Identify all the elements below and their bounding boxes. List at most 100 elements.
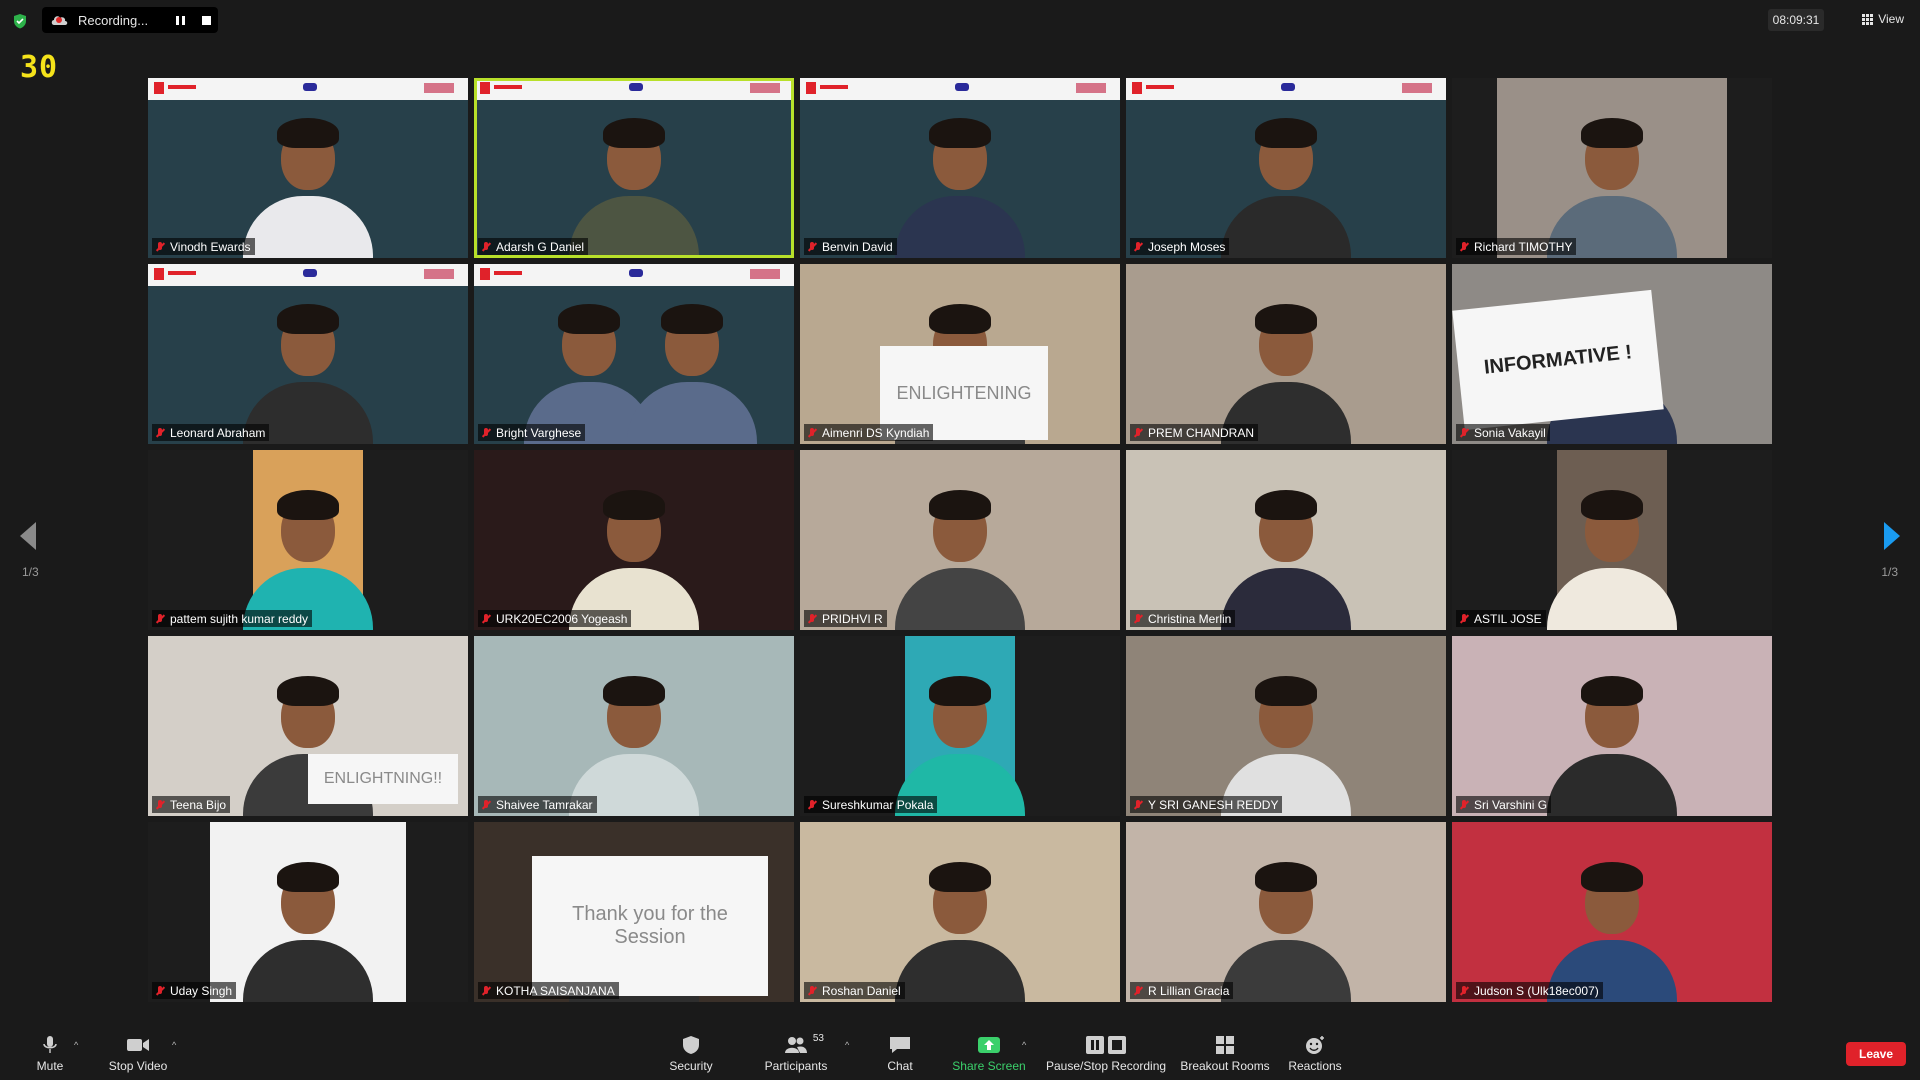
participant-name: Roshan Daniel: [822, 983, 901, 998]
reactions-button[interactable]: Reactions: [1288, 1028, 1342, 1080]
participant-name-tag: Uday Singh: [152, 982, 237, 999]
muted-mic-icon: [480, 613, 492, 625]
video-tile[interactable]: Adarsh G Daniel: [474, 78, 794, 258]
muted-mic-icon: [480, 985, 492, 997]
pause-recording-button[interactable]: [174, 14, 186, 26]
muted-mic-icon: [1132, 799, 1144, 811]
video-tile[interactable]: Joseph Moses: [1126, 78, 1446, 258]
video-tile[interactable]: Richard TIMOTHY: [1452, 78, 1772, 258]
event-banner: [800, 78, 1120, 100]
muted-mic-icon: [806, 799, 818, 811]
breakout-rooms-label: Breakout Rooms: [1180, 1059, 1270, 1073]
stop-recording-button[interactable]: [200, 14, 212, 26]
participant-name: Judson S (Ulk18ec007): [1474, 983, 1599, 998]
participant-figure: [1221, 666, 1351, 816]
video-tile[interactable]: PREM CHANDRAN: [1126, 264, 1446, 444]
participant-name-tag: Y SRI GANESH REDDY: [1130, 796, 1283, 813]
muted-mic-icon: [154, 427, 166, 439]
muted-mic-icon: [806, 613, 818, 625]
participant-name-tag: Leonard Abraham: [152, 424, 270, 441]
video-tile[interactable]: INFORMATIVE ! Sonia Vakayil: [1452, 264, 1772, 444]
muted-mic-icon: [154, 241, 166, 253]
participant-name-tag: Sureshkumar Pokala: [804, 796, 938, 813]
chat-label: Chat: [887, 1059, 913, 1073]
video-tile[interactable]: ASTIL JOSE: [1452, 450, 1772, 630]
muted-mic-icon: [806, 241, 818, 253]
participant-name-tag: PRIDHVI R: [804, 610, 887, 627]
sign-text: ENLIGHTENING: [896, 382, 1032, 403]
muted-mic-icon: [1458, 241, 1470, 253]
video-tile[interactable]: R Lillian Gracia: [1126, 822, 1446, 1002]
sign-text: INFORMATIVE !: [1482, 340, 1633, 379]
view-label: View: [1878, 12, 1904, 26]
video-tile[interactable]: Shaivee Tamrakar: [474, 636, 794, 816]
participant-name: Shaivee Tamrakar: [496, 797, 593, 812]
recording-cloud-icon: [50, 13, 68, 27]
participant-name: PRIDHVI R: [822, 611, 883, 626]
event-banner: [474, 78, 794, 100]
video-tile[interactable]: Roshan Daniel: [800, 822, 1120, 1002]
meeting-toolbar: Mute ^ Stop Video ^ Security 53 Particip…: [0, 1028, 1920, 1080]
participant-name-tag: Christina Merlin: [1130, 610, 1236, 627]
previous-page-arrow-icon[interactable]: [20, 522, 36, 550]
meeting-clock: 08:09:31: [1768, 9, 1824, 31]
video-tile[interactable]: Christina Merlin: [1126, 450, 1446, 630]
participant-figure: [1547, 480, 1677, 630]
video-tile[interactable]: Sri Varshini G: [1452, 636, 1772, 816]
video-tile[interactable]: ENLIGHTENING Aimenri DS Kyndiah: [800, 264, 1120, 444]
participant-figure: [1221, 852, 1351, 1002]
video-tile[interactable]: Y SRI GANESH REDDY: [1126, 636, 1446, 816]
video-tile[interactable]: Thank you for the Session KOTHA SAISANJAN…: [474, 822, 794, 1002]
participant-name-tag: Sonia Vakayil: [1456, 424, 1550, 441]
muted-mic-icon: [1458, 613, 1470, 625]
participant-name-tag: URK20EC2006 Yogeash: [478, 610, 632, 627]
chat-button[interactable]: Chat: [880, 1028, 920, 1080]
pause-stop-recording-button[interactable]: Pause/Stop Recording: [1046, 1028, 1166, 1080]
event-banner: [1126, 78, 1446, 100]
participants-button[interactable]: 53 Participants: [764, 1028, 828, 1080]
participants-count: 53: [812, 1033, 824, 1044]
video-options-caret-icon[interactable]: ^: [172, 1040, 176, 1050]
video-tile[interactable]: Judson S (Ulk18ec007): [1452, 822, 1772, 1002]
video-tile[interactable]: Vinodh Ewards: [148, 78, 468, 258]
handheld-sign: ENLIGHTNING!!: [308, 754, 458, 804]
video-tile[interactable]: Bright Varghese: [474, 264, 794, 444]
next-page-arrow-icon[interactable]: [1884, 522, 1900, 550]
share-options-caret-icon[interactable]: ^: [1022, 1040, 1026, 1050]
participant-figure: [895, 480, 1025, 630]
video-tile[interactable]: Sureshkumar Pokala: [800, 636, 1120, 816]
participant-name: pattem sujith kumar reddy: [170, 611, 309, 626]
audio-options-caret-icon[interactable]: ^: [74, 1040, 78, 1050]
video-tile[interactable]: Benvin David: [800, 78, 1120, 258]
handheld-sign: INFORMATIVE !: [1452, 289, 1664, 431]
video-tile[interactable]: Uday Singh: [148, 822, 468, 1002]
mute-label: Mute: [36, 1059, 64, 1073]
participant-name-tag: Aimenri DS Kyndiah: [804, 424, 934, 441]
muted-mic-icon: [806, 427, 818, 439]
participant-name: ASTIL JOSE: [1474, 611, 1542, 626]
share-screen-button[interactable]: Share Screen: [952, 1028, 1026, 1080]
participant-figure: [243, 294, 373, 444]
participants-options-caret-icon[interactable]: ^: [845, 1040, 849, 1050]
muted-mic-icon: [806, 985, 818, 997]
breakout-rooms-button[interactable]: Breakout Rooms: [1180, 1028, 1270, 1080]
video-tile[interactable]: PRIDHVI R: [800, 450, 1120, 630]
stop-video-button[interactable]: Stop Video: [108, 1028, 168, 1080]
recording-indicator: Recording...: [42, 7, 218, 33]
video-tile[interactable]: ENLIGHTNING!! Teena Bijo: [148, 636, 468, 816]
participant-name-tag: Sri Varshini G: [1456, 796, 1552, 813]
view-button[interactable]: View: [1862, 12, 1904, 26]
mute-button[interactable]: Mute: [30, 1028, 70, 1080]
event-banner: [148, 264, 468, 286]
video-tile[interactable]: URK20EC2006 Yogeash: [474, 450, 794, 630]
participant-figure: [626, 294, 757, 444]
security-label: Security: [669, 1059, 713, 1073]
video-tile[interactable]: pattem sujith kumar reddy: [148, 450, 468, 630]
video-tile[interactable]: Leonard Abraham: [148, 264, 468, 444]
leave-button[interactable]: Leave: [1846, 1042, 1906, 1066]
security-button[interactable]: Security: [666, 1028, 716, 1080]
participants-icon: 53: [784, 1033, 824, 1055]
security-shield-icon: [14, 14, 26, 29]
participant-figure: [1221, 480, 1351, 630]
muted-mic-icon: [1458, 427, 1470, 439]
